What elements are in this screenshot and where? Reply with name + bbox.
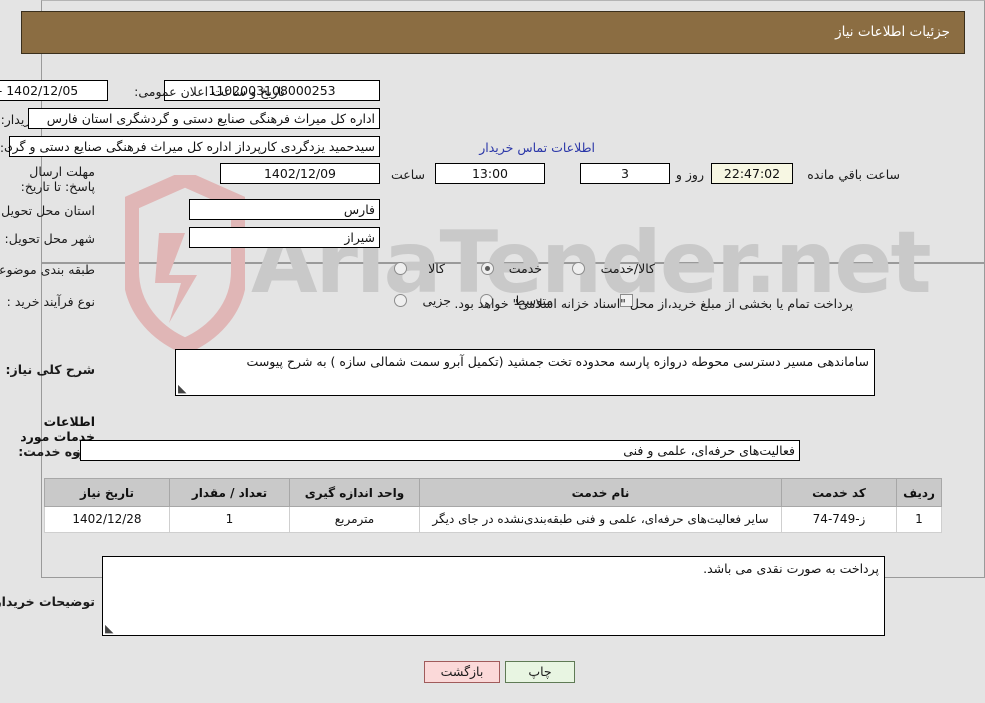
- radio-category-kala-khedmat-label: کالا/خدمت: [600, 261, 655, 276]
- cell-index: 1: [896, 506, 942, 533]
- creator-value: سیدحمید یزدگردی کارپرداز اداره کل میراث …: [9, 136, 380, 157]
- resize-grip-icon[interactable]: ◢: [178, 382, 188, 395]
- page-header-bar: جزئیات اطلاعات نیاز: [21, 11, 965, 54]
- province-value: فارس: [189, 199, 380, 220]
- buyer-contact-link[interactable]: اطلاعات تماس خریدار: [479, 140, 595, 155]
- buyer-notes-text: پرداخت به صورت نقدی می باشد.: [703, 561, 879, 576]
- radio-category-kala-khedmat[interactable]: [572, 262, 585, 275]
- time-remaining-value: 22:47:02: [711, 163, 793, 184]
- days-remaining-value: 3: [580, 163, 670, 184]
- radio-process-jozei-label: جزیی: [422, 293, 451, 308]
- buyer-notes-label: توضیحات خریدار:: [0, 594, 95, 609]
- page-root: AriaTender.net جزئیات اطلاعات نیاز شماره…: [0, 0, 985, 703]
- remaining-suffix-label: ساعت باقي مانده: [807, 167, 900, 182]
- deadline-date-value: 1402/12/09: [220, 163, 380, 184]
- buyer-org-value: اداره کل میراث فرهنگی صنایع دستی و گردشگ…: [28, 108, 380, 129]
- th-unit: واحد اندازه گیری: [289, 478, 420, 507]
- th-code: کد خدمت: [781, 478, 897, 507]
- process-type-label: نوع فرآیند خرید :: [6, 294, 95, 309]
- general-desc-text: ساماندهی مسیر دسترسی محوطه دروازه پارسه …: [246, 354, 869, 369]
- buyer-notes-textarea[interactable]: پرداخت به صورت نقدی می باشد. ◢: [102, 556, 885, 636]
- cell-name: سایر فعالیت‌های حرفه‌ای، علمی و فنی طبقه…: [419, 506, 782, 533]
- deadline-label: مهلت ارسال پاسخ: تا تاریخ:: [20, 164, 95, 194]
- general-desc-label: شرح کلی نیاز:: [5, 362, 95, 377]
- cell-unit: مترمربع: [289, 506, 420, 533]
- province-label: استان محل تحویل:: [0, 203, 95, 218]
- table-row: 1 ز-749-74 سایر فعالیت‌های حرفه‌ای، علمی…: [44, 506, 942, 533]
- radio-category-khedmat-label: خدمت: [508, 261, 542, 276]
- deadline-time-value: 13:00: [435, 163, 545, 184]
- announce-datetime-label: تاریخ و ساعت اعلان عمومی:: [134, 84, 285, 99]
- service-group-value: فعالیت‌های حرفه‌ای، علمی و فنی: [80, 440, 800, 461]
- back-button[interactable]: بازگشت: [424, 661, 500, 683]
- th-quantity: تعداد / مقدار: [169, 478, 290, 507]
- print-button[interactable]: چاپ: [505, 661, 575, 683]
- page-title: جزئیات اطلاعات نیاز: [835, 24, 950, 40]
- cell-quantity: 1: [169, 506, 290, 533]
- resize-grip-icon[interactable]: ◢: [105, 622, 115, 635]
- hour-label: ساعت: [390, 167, 425, 182]
- table-header-row: ردیف کد خدمت نام خدمت واحد اندازه گیری ت…: [44, 478, 942, 507]
- th-name: نام خدمت: [419, 478, 782, 507]
- days-label: روز و: [675, 167, 704, 182]
- cell-date: 1402/12/28: [44, 506, 170, 533]
- city-value: شیراز: [189, 227, 380, 248]
- radio-category-kala[interactable]: [394, 262, 407, 275]
- category-label: طبقه بندی موضوعی:: [0, 262, 95, 277]
- cell-code: ز-749-74: [781, 506, 897, 533]
- radio-category-khedmat[interactable]: [481, 262, 494, 275]
- announce-datetime-value: 1402/12/05 - 12:49: [0, 80, 108, 101]
- city-label: شهر محل تحویل:: [4, 231, 95, 246]
- th-date: تاریخ نیاز: [44, 478, 170, 507]
- general-desc-textarea[interactable]: ساماندهی مسیر دسترسی محوطه دروازه پارسه …: [175, 349, 875, 396]
- radio-category-kala-label: کالا: [428, 261, 445, 276]
- radio-process-jozei[interactable]: [394, 294, 407, 307]
- treasury-bonds-note: پرداخت تمام یا بخشی از مبلغ خرید،از محل …: [454, 296, 853, 311]
- th-index: ردیف: [896, 478, 942, 507]
- services-table: ردیف کد خدمت نام خدمت واحد اندازه گیری ت…: [44, 478, 942, 533]
